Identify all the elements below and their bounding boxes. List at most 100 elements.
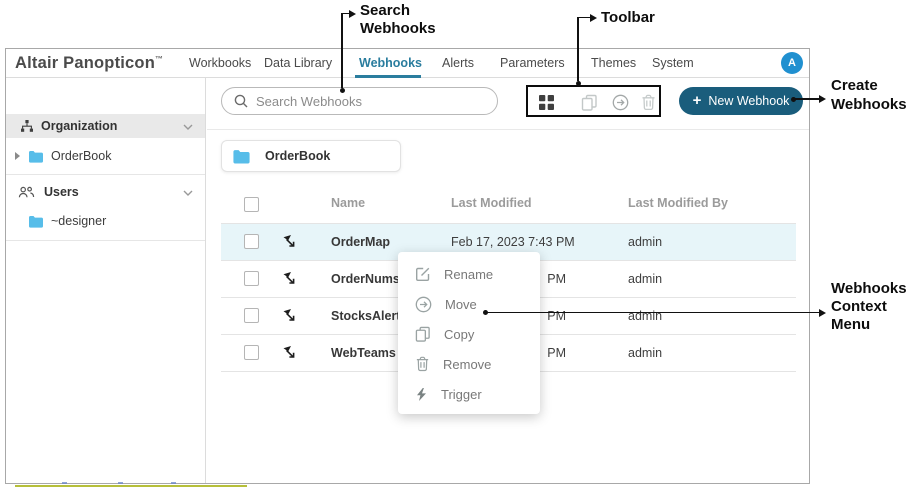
annotation-arrowhead <box>819 95 826 103</box>
webhook-name: StocksAlert <box>331 309 400 323</box>
menu-item-trigger[interactable]: Trigger <box>398 379 540 409</box>
content-divider <box>207 129 809 130</box>
folder-icon <box>28 150 44 163</box>
folder-icon <box>232 149 251 164</box>
cropped-text-artifact <box>118 482 123 484</box>
nav-themes[interactable]: Themes <box>591 56 636 70</box>
annotation-search-line <box>341 13 342 88</box>
annotation-arrowhead <box>349 10 356 18</box>
menu-item-label: Trigger <box>441 387 482 402</box>
search-input[interactable] <box>256 94 476 109</box>
row-checkbox[interactable] <box>244 271 259 286</box>
annotation-create-line <box>793 98 819 99</box>
nav-alerts[interactable]: Alerts <box>442 56 474 70</box>
menu-item-label: Remove <box>443 357 491 372</box>
chevron-down-icon[interactable] <box>183 119 193 133</box>
annotation-toolbar: Toolbar <box>601 9 655 27</box>
row-checkbox[interactable] <box>244 234 259 249</box>
annotation-arrowhead <box>819 309 826 317</box>
webhook-icon <box>282 345 297 365</box>
column-last-modified: Last Modified <box>451 196 532 210</box>
sidebar-orderbook-label: OrderBook <box>51 149 111 163</box>
sidebar-organization-label: Organization <box>41 119 117 133</box>
nav-parameters[interactable]: Parameters <box>500 56 565 70</box>
nav-workbooks[interactable]: Workbooks <box>189 56 251 70</box>
column-last-modified-by: Last Modified By <box>628 196 728 210</box>
folder-chip-orderbook[interactable]: OrderBook <box>221 140 401 172</box>
menu-item-rename[interactable]: Rename <box>398 259 540 289</box>
annotation-dot <box>340 88 345 93</box>
webhook-name: WebTeams <box>331 346 396 360</box>
sidebar-section-organization[interactable]: Organization <box>6 114 205 138</box>
folder-icon <box>28 215 44 228</box>
grid-view-icon[interactable] <box>538 94 555 116</box>
menu-item-move[interactable]: Move <box>398 289 540 319</box>
new-webhook-label: New Webhook <box>708 94 789 108</box>
last-modified-by: admin <box>628 346 662 360</box>
menu-item-remove[interactable]: Remove <box>398 349 540 379</box>
last-modified-by: admin <box>628 272 662 286</box>
webhook-name: OrderNums <box>331 272 400 286</box>
annotation-dot <box>576 81 581 86</box>
annotation-search-webhooks: Search Webhooks <box>360 2 452 38</box>
menu-item-copy[interactable]: Copy <box>398 319 540 349</box>
search-box <box>221 87 498 115</box>
select-all-checkbox[interactable] <box>244 197 259 212</box>
nav-system[interactable]: System <box>652 56 694 70</box>
rename-icon <box>415 266 431 282</box>
logo-text: Altair Panopticon <box>15 54 155 72</box>
webhook-icon <box>282 271 297 291</box>
caret-right-icon[interactable] <box>15 152 20 160</box>
plus-icon: + <box>693 93 702 108</box>
folder-chip-label: OrderBook <box>265 149 330 163</box>
copy-icon[interactable] <box>581 94 598 116</box>
sidebar-item-designer[interactable]: ~designer <box>6 209 205 233</box>
sidebar-divider <box>6 174 205 175</box>
cropped-highlight-artifact <box>15 485 247 488</box>
annotation-toolbar-line <box>577 17 578 81</box>
nav-webhooks[interactable]: Webhooks <box>359 56 422 70</box>
toolbar <box>526 85 661 117</box>
menu-item-label: Move <box>445 297 477 312</box>
last-modified-by: admin <box>628 235 662 249</box>
org-hierarchy-icon <box>20 119 34 133</box>
row-checkbox[interactable] <box>244 308 259 323</box>
trigger-icon <box>415 387 428 402</box>
sidebar-section-users[interactable]: Users <box>6 180 205 204</box>
sidebar: Organization OrderBook Users <box>6 78 206 483</box>
context-menu: Rename Move Copy Remove Trigger <box>398 252 540 414</box>
chevron-down-icon[interactable] <box>183 185 193 199</box>
active-tab-underline <box>355 75 421 78</box>
sidebar-item-orderbook[interactable]: OrderBook <box>6 144 205 168</box>
new-webhook-button[interactable]: + New Webhook <box>679 87 803 115</box>
webhook-icon <box>282 308 297 328</box>
annotation-toolbar-line <box>577 17 590 18</box>
webhook-icon <box>282 234 297 254</box>
trash-icon <box>415 356 430 372</box>
sidebar-designer-label: ~designer <box>51 214 106 228</box>
annotation-create-webhooks: Create Webhooks <box>831 76 915 114</box>
annotation-context-line <box>485 312 819 313</box>
menu-item-label: Copy <box>444 327 474 342</box>
app-header: Altair Panopticon™ Workbooks Data Librar… <box>6 49 809 78</box>
cropped-text-artifact <box>171 482 176 484</box>
row-checkbox[interactable] <box>244 345 259 360</box>
annotation-context-menu: Webhooks Context Menu <box>831 280 917 334</box>
users-icon <box>18 186 35 198</box>
search-icon <box>234 94 248 108</box>
trademark-symbol: ™ <box>155 55 163 64</box>
trash-icon[interactable] <box>641 94 656 116</box>
nav-data-library[interactable]: Data Library <box>264 56 332 70</box>
app-logo: Altair Panopticon™ <box>15 54 163 73</box>
move-icon[interactable] <box>612 94 629 116</box>
move-icon <box>415 296 432 313</box>
user-avatar[interactable]: A <box>781 52 803 74</box>
menu-item-label: Rename <box>444 267 493 282</box>
last-modified: Feb 17, 2023 7:43 PM <box>451 235 566 249</box>
annotation-dot <box>483 310 488 315</box>
screenshot-canvas: Altair Panopticon™ Workbooks Data Librar… <box>0 0 917 488</box>
column-name: Name <box>331 196 365 210</box>
annotation-dot <box>791 97 796 102</box>
copy-icon <box>415 326 431 342</box>
webhook-name: OrderMap <box>331 235 390 249</box>
